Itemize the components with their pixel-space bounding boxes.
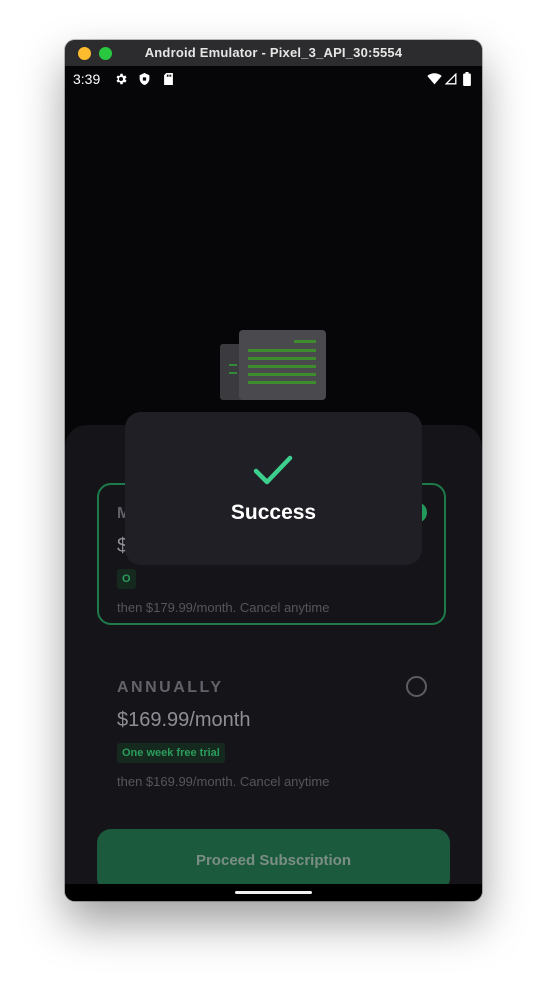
plan-note: then $169.99/month. Cancel anytime — [117, 774, 330, 789]
check-icon — [253, 455, 293, 485]
sd-card-icon — [164, 72, 173, 86]
plan-name: ANNUALLY — [117, 679, 224, 696]
proceed-subscription-button[interactable]: Proceed Subscription — [97, 829, 450, 892]
trial-badge: One week free trial — [117, 743, 225, 763]
navigation-bar — [65, 884, 482, 901]
shield-icon — [139, 73, 150, 85]
toast-message: Success — [230, 501, 317, 524]
gear-icon — [116, 73, 127, 85]
window-title: Android Emulator - Pixel_3_API_30:5554 — [144, 45, 403, 60]
plan-price: $169.99/month — [117, 709, 251, 731]
documents-illustration — [220, 330, 326, 400]
wifi-icon — [427, 73, 442, 85]
battery-icon — [463, 72, 471, 86]
emulator-window: Android Emulator - Pixel_3_API_30:5554 3… — [65, 40, 482, 901]
plan-radio[interactable] — [406, 676, 427, 697]
status-bar: 3:39 — [65, 66, 482, 92]
plan-card-annually[interactable]: ANNUALLY $169.99/month One week free tri… — [97, 657, 446, 799]
signal-icon — [445, 73, 457, 85]
home-gesture-bar[interactable] — [235, 891, 312, 894]
window-titlebar: Android Emulator - Pixel_3_API_30:5554 — [65, 40, 482, 67]
trial-badge: O — [117, 569, 136, 589]
plan-note: then $179.99/month. Cancel anytime — [117, 600, 330, 615]
status-time: 3:39 — [73, 71, 101, 87]
success-toast: Success — [125, 412, 422, 565]
device-screen: 3:39 $ O then $179.99/month. Cancel anyt… — [65, 66, 482, 901]
